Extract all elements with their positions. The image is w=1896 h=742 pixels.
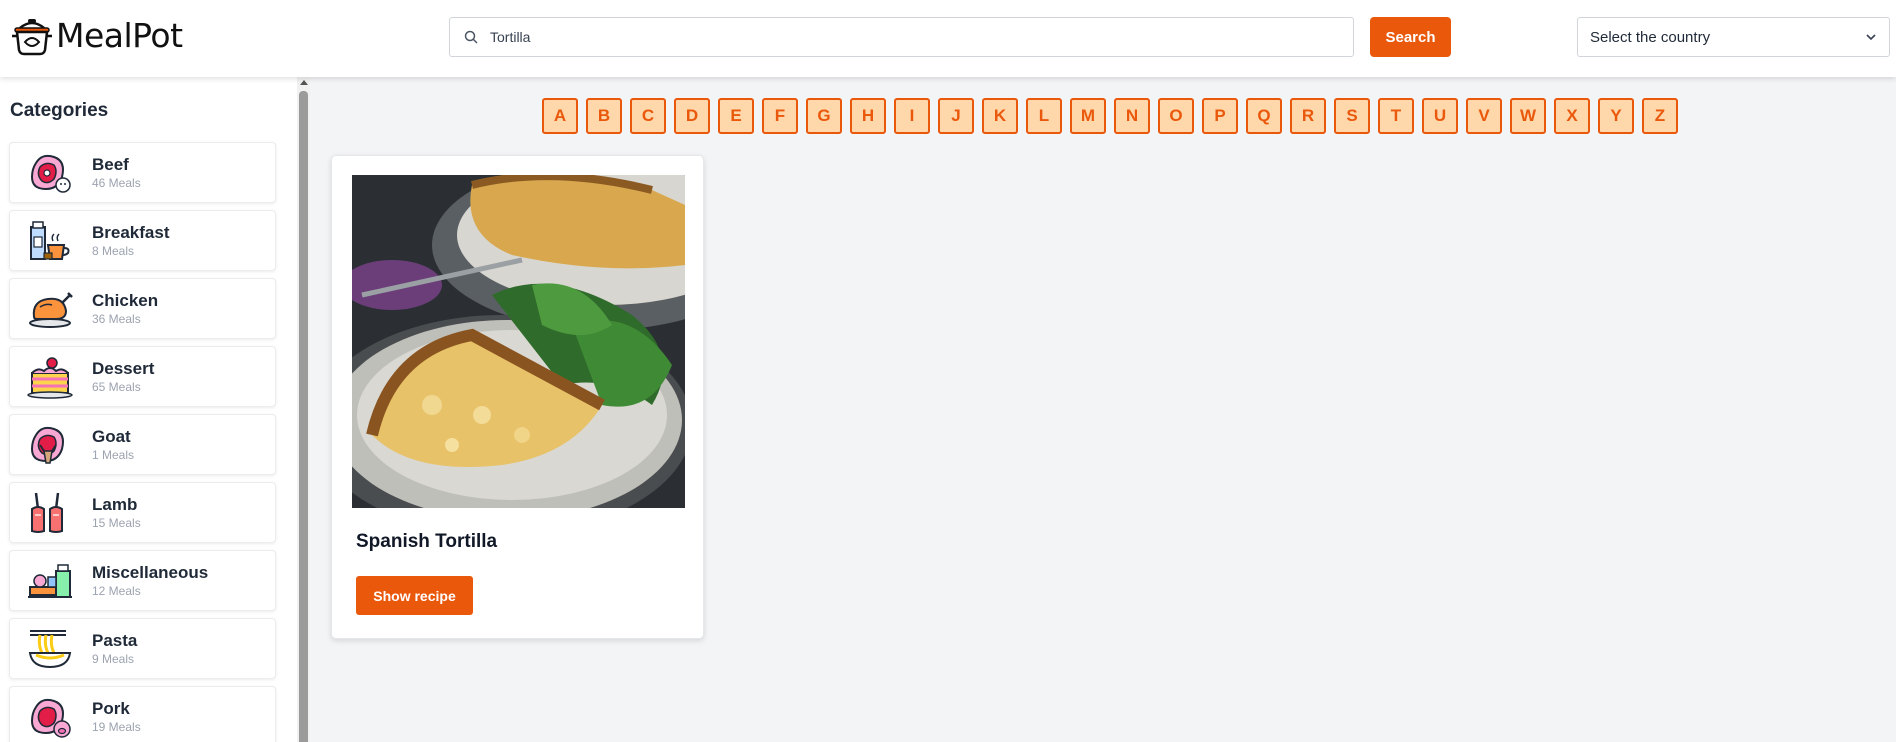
sidebar-item-beef[interactable]: Beef 46 Meals: [9, 142, 276, 203]
letter-button-o[interactable]: O: [1158, 98, 1194, 134]
letter-button-f[interactable]: F: [762, 98, 798, 134]
category-count: 19 Meals: [92, 719, 141, 734]
category-count: 65 Meals: [92, 379, 141, 394]
logo[interactable]: MealPot: [10, 14, 183, 58]
breakfast-icon: [30, 220, 70, 260]
sidebar-scrollbar[interactable]: [297, 77, 310, 742]
letter-button-b[interactable]: B: [586, 98, 622, 134]
letter-button-t[interactable]: T: [1378, 98, 1414, 134]
sidebar: Categories Beef 46 Meals Breakfast 8 Mea…: [0, 77, 310, 742]
country-select-label: Select the country: [1590, 28, 1711, 46]
category-count: 15 Meals: [92, 515, 141, 530]
search-box: [449, 17, 1354, 57]
category-name: Chicken: [92, 290, 159, 310]
country-select[interactable]: Select the country: [1577, 17, 1890, 57]
chicken-icon: [29, 291, 73, 328]
category-count: 8 Meals: [92, 243, 135, 258]
letter-button-j[interactable]: J: [938, 98, 974, 134]
letter-button-n[interactable]: N: [1114, 98, 1150, 134]
category-name: Dessert: [92, 358, 155, 378]
letter-button-x[interactable]: X: [1554, 98, 1590, 134]
letter-button-h[interactable]: H: [850, 98, 886, 134]
letter-button-m[interactable]: M: [1070, 98, 1106, 134]
search-icon: [464, 30, 478, 44]
letter-button-k[interactable]: K: [982, 98, 1018, 134]
meal-image[interactable]: [352, 175, 685, 508]
category-name: Lamb: [92, 494, 138, 514]
meal-card: Spanish Tortilla Show recipe: [331, 155, 704, 639]
sidebar-item-pasta[interactable]: Pasta 9 Meals: [9, 618, 276, 679]
search-input[interactable]: [490, 29, 1340, 45]
category-name: Pork: [92, 698, 130, 718]
letter-button-r[interactable]: R: [1290, 98, 1326, 134]
category-count: 12 Meals: [92, 583, 141, 598]
sidebar-item-goat[interactable]: Goat 1 Meals: [9, 414, 276, 475]
letter-button-l[interactable]: L: [1026, 98, 1062, 134]
chevron-down-icon: [1866, 34, 1876, 41]
sidebar-item-lamb[interactable]: Lamb 15 Meals: [9, 482, 276, 543]
sidebar-item-miscellaneous[interactable]: Miscellaneous 12 Meals: [9, 550, 276, 611]
goat-icon: [30, 426, 64, 464]
dessert-icon: [27, 356, 73, 399]
sidebar-item-dessert[interactable]: Dessert 65 Meals: [9, 346, 276, 407]
letter-button-a[interactable]: A: [542, 98, 578, 134]
letter-button-v[interactable]: V: [1466, 98, 1502, 134]
category-count: 1 Meals: [92, 447, 135, 462]
scroll-up-arrow-icon[interactable]: [300, 80, 308, 85]
category-name: Goat: [92, 426, 131, 446]
pasta-icon: [28, 629, 72, 668]
category-name: Breakfast: [92, 222, 170, 242]
letter-button-g[interactable]: G: [806, 98, 842, 134]
lamb-icon: [31, 492, 63, 533]
letter-button-s[interactable]: S: [1334, 98, 1370, 134]
meal-title: Spanish Tortilla: [356, 531, 498, 552]
letter-button-c[interactable]: C: [630, 98, 666, 134]
sidebar-item-chicken[interactable]: Chicken 36 Meals: [9, 278, 276, 339]
show-recipe-button[interactable]: Show recipe: [356, 576, 473, 615]
scrollbar-thumb[interactable]: [299, 91, 308, 742]
category-list: Beef 46 Meals Breakfast 8 Meals Chicken …: [9, 142, 276, 742]
miscellaneous-icon: [28, 563, 72, 598]
letter-button-p[interactable]: P: [1202, 98, 1238, 134]
category-name: Beef: [92, 154, 129, 174]
letter-filter: A B C D E F G H I J K L M N O P Q R S T …: [542, 98, 1686, 134]
letter-button-w[interactable]: W: [1510, 98, 1546, 134]
categories-title: Categories: [10, 100, 109, 121]
beef-icon: [30, 154, 71, 193]
letter-button-q[interactable]: Q: [1246, 98, 1282, 134]
search-button[interactable]: Search: [1370, 17, 1451, 57]
letter-button-y[interactable]: Y: [1598, 98, 1634, 134]
logo-text: MealPot: [56, 16, 183, 55]
category-count: 36 Meals: [92, 311, 141, 326]
letter-button-u[interactable]: U: [1422, 98, 1458, 134]
sidebar-item-breakfast[interactable]: Breakfast 8 Meals: [9, 210, 276, 271]
category-count: 46 Meals: [92, 175, 141, 190]
letter-button-d[interactable]: D: [674, 98, 710, 134]
sidebar-item-pork[interactable]: Pork 19 Meals: [9, 686, 276, 742]
category-name: Pasta: [92, 630, 138, 650]
pork-icon: [30, 698, 71, 738]
category-name: Miscellaneous: [92, 562, 209, 582]
letter-button-z[interactable]: Z: [1642, 98, 1678, 134]
header: MealPot Search Select the country: [0, 0, 1896, 77]
letter-button-i[interactable]: I: [894, 98, 930, 134]
letter-button-e[interactable]: E: [718, 98, 754, 134]
pot-icon: [12, 19, 52, 56]
category-count: 9 Meals: [92, 651, 135, 666]
